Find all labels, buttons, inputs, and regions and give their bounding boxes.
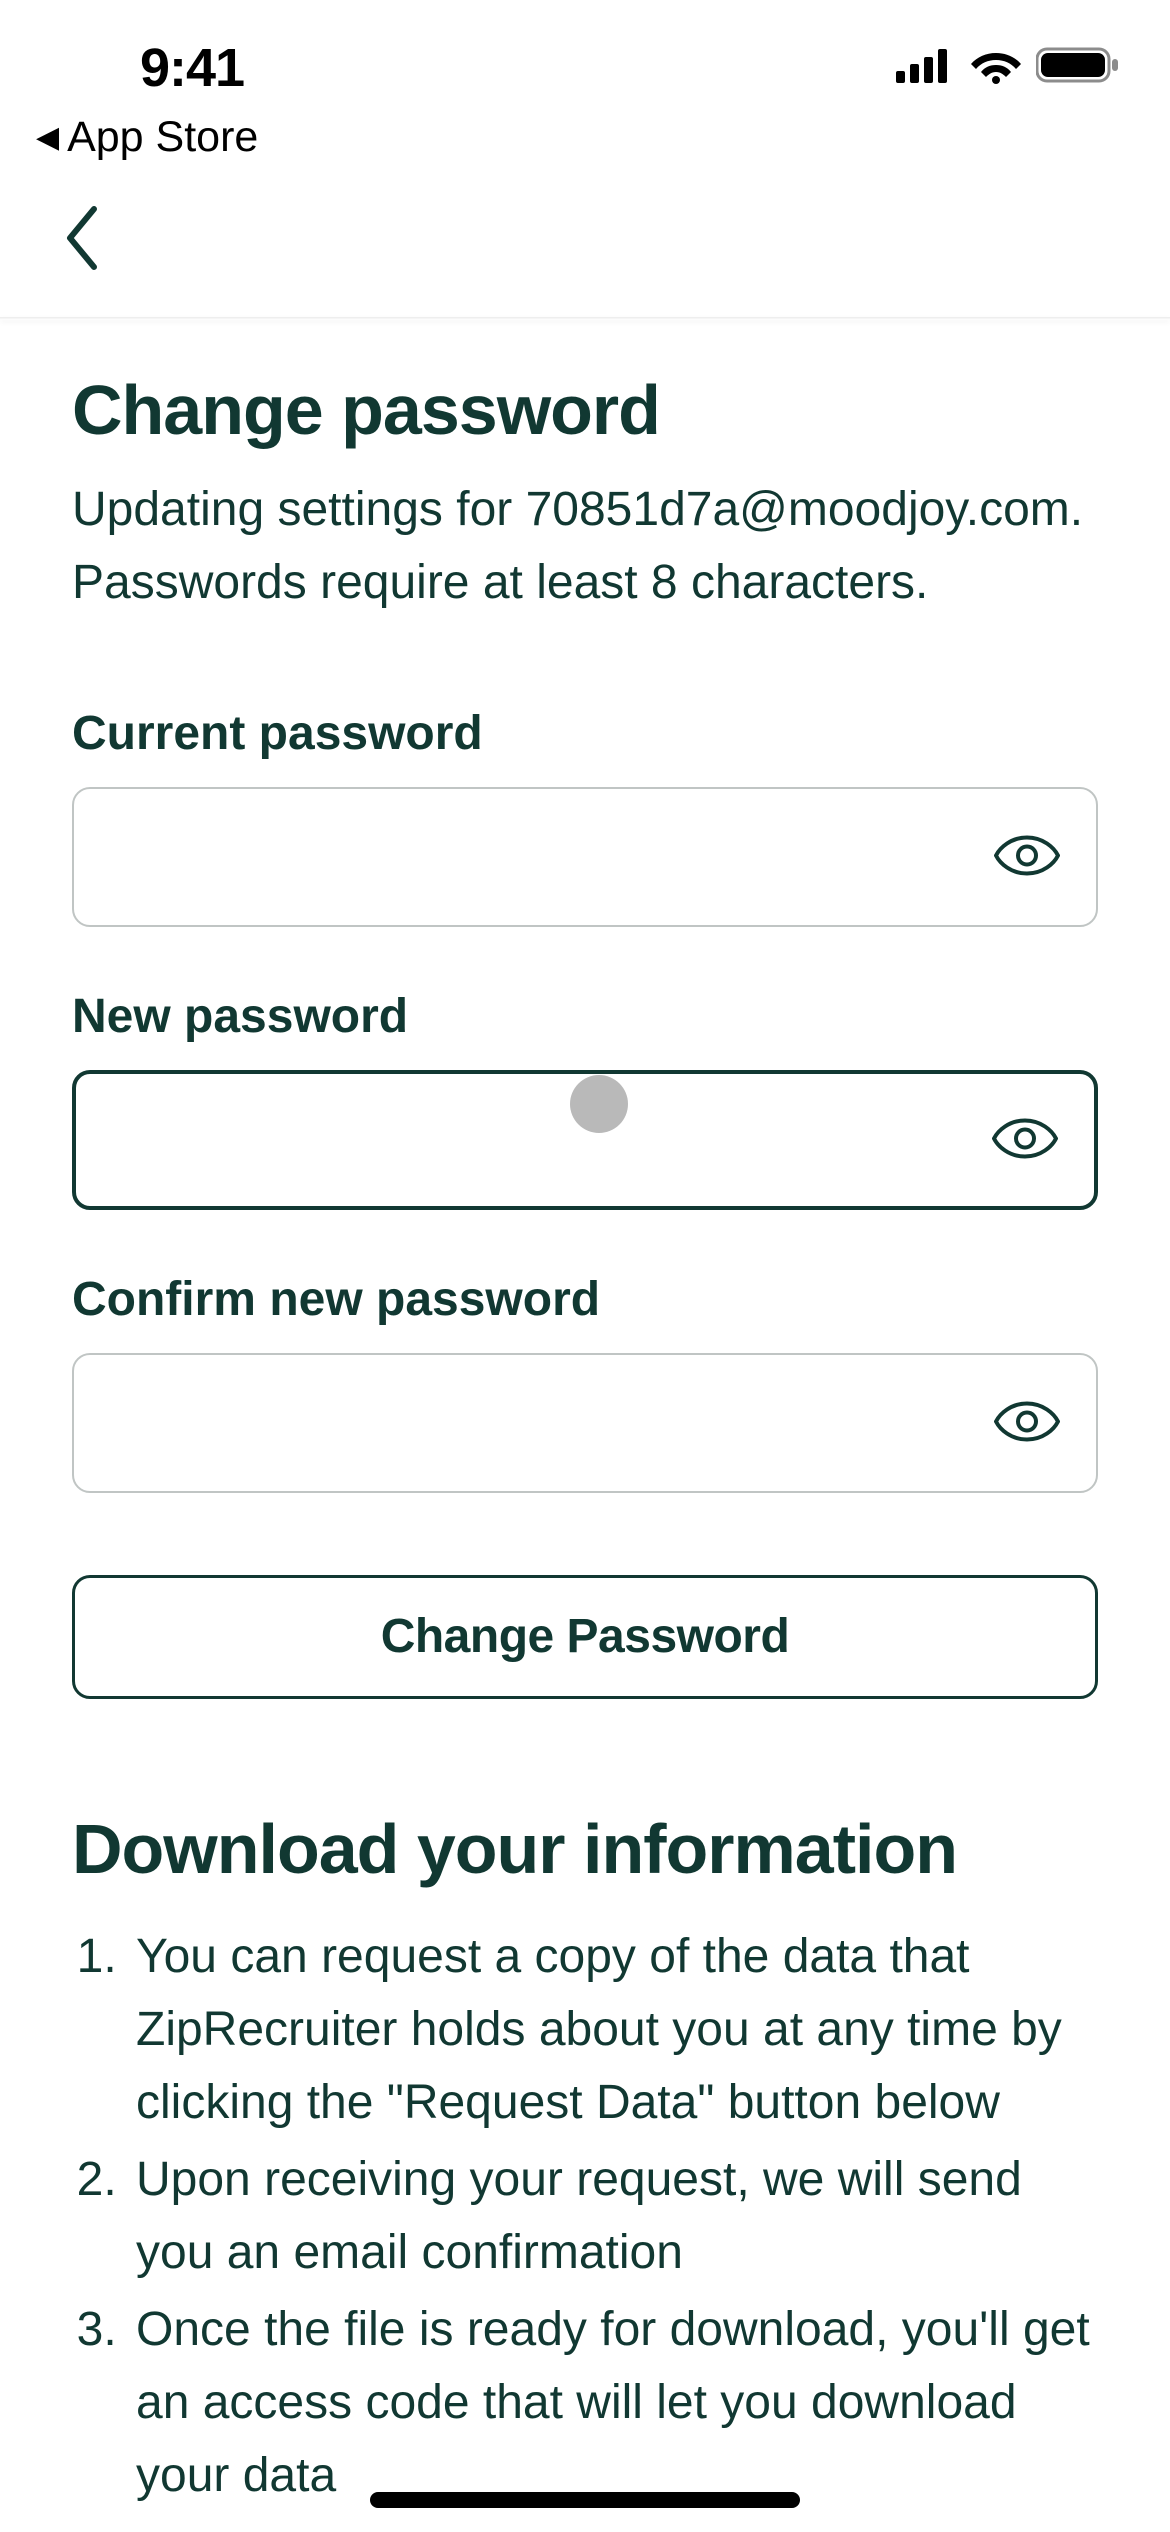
current-password-input-wrap	[72, 787, 1098, 927]
battery-icon	[1036, 46, 1120, 89]
toggle-visibility-current[interactable]	[994, 833, 1060, 880]
eye-icon	[992, 1116, 1058, 1160]
content: Change password Updating settings for 70…	[0, 320, 1170, 2513]
current-password-label: Current password	[72, 706, 1098, 761]
new-password-input[interactable]	[112, 1074, 974, 1206]
current-password-input[interactable]	[110, 789, 976, 925]
confirm-password-input[interactable]	[110, 1355, 976, 1491]
nav-bar	[0, 162, 1170, 317]
confirm-password-label: Confirm new password	[72, 1272, 1098, 1327]
cellular-icon	[896, 47, 956, 88]
field-confirm-password: Confirm new password	[72, 1272, 1098, 1493]
status-bar: 9:41	[0, 0, 1170, 105]
chevron-left-icon	[60, 199, 104, 277]
status-icons	[896, 46, 1120, 89]
field-current-password: Current password	[72, 706, 1098, 927]
back-appstore-label: App Store	[67, 113, 258, 162]
download-info-item: Once the file is ready for download, you…	[130, 2294, 1098, 2513]
home-indicator[interactable]	[370, 2492, 800, 2508]
back-triangle-icon: ◀	[36, 123, 59, 153]
touch-indicator	[570, 1075, 628, 1133]
back-to-appstore[interactable]: ◀ App Store	[0, 113, 1170, 162]
download-section-title: Download your information	[72, 1809, 1098, 1889]
download-info-list: You can request a copy of the data that …	[72, 1921, 1098, 2513]
status-time: 9:41	[50, 37, 244, 99]
download-info-item: Upon receiving your request, we will sen…	[130, 2144, 1098, 2290]
new-password-label: New password	[72, 989, 1098, 1044]
back-button[interactable]	[60, 199, 104, 280]
page-title: Change password	[72, 370, 1098, 450]
toggle-visibility-confirm[interactable]	[994, 1399, 1060, 1446]
download-info-item: You can request a copy of the data that …	[130, 1921, 1098, 2140]
confirm-password-input-wrap	[72, 1353, 1098, 1493]
eye-icon	[994, 833, 1060, 877]
page-subtitle: Updating settings for 70851d7a@moodjoy.c…	[72, 474, 1098, 620]
eye-icon	[994, 1399, 1060, 1443]
wifi-icon	[970, 46, 1022, 89]
toggle-visibility-new[interactable]	[992, 1116, 1058, 1163]
change-password-button[interactable]: Change Password	[72, 1575, 1098, 1699]
